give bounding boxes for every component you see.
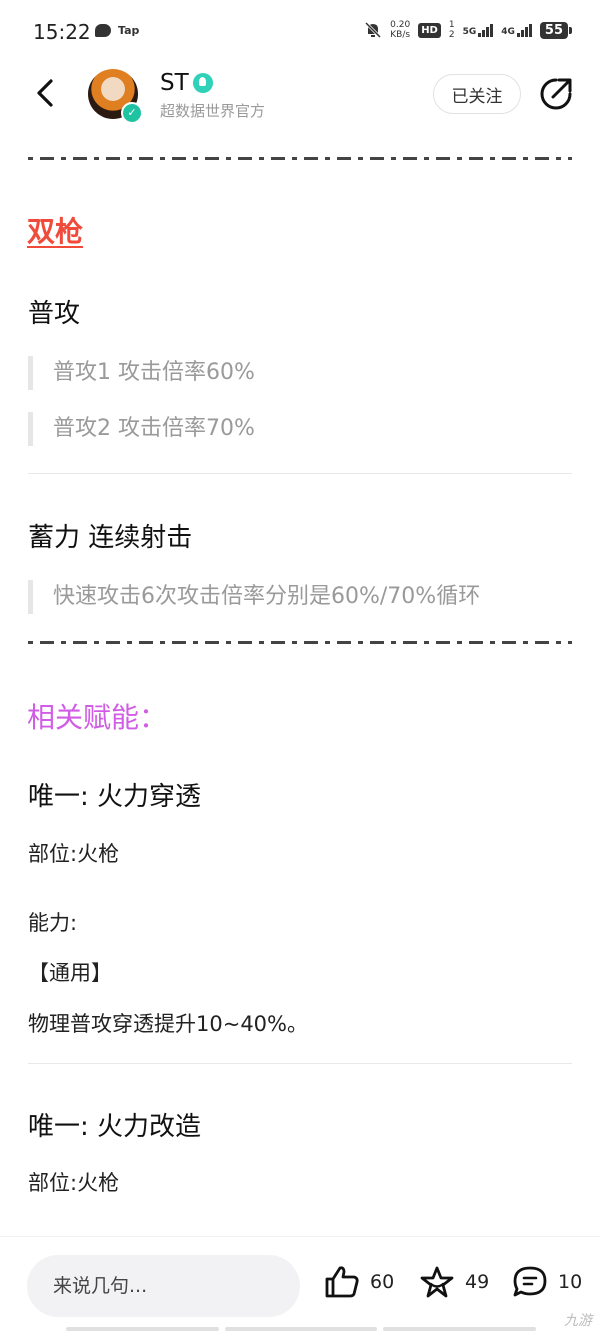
mute-bell-icon bbox=[365, 21, 382, 39]
author-name[interactable]: ST bbox=[160, 70, 213, 96]
share-button[interactable] bbox=[538, 76, 574, 112]
comment-bubble-icon bbox=[513, 1266, 547, 1297]
battery-icon: 55 bbox=[539, 21, 573, 39]
talent-slot: 部位:火枪 bbox=[28, 1171, 120, 1195]
favorite-button[interactable]: 49 bbox=[419, 1265, 489, 1299]
share-arrow-icon bbox=[540, 78, 572, 110]
talents-heading: 相关赋能： bbox=[27, 701, 168, 734]
favorite-count: 49 bbox=[465, 1271, 490, 1293]
chevron-left-icon bbox=[37, 79, 53, 107]
follow-button[interactable]: 已关注 bbox=[433, 74, 521, 114]
quote-line: 快速攻击6次攻击倍率分别是60%/70%循环 bbox=[28, 580, 480, 614]
talent-ability-label: 能力: bbox=[28, 911, 78, 935]
like-button[interactable]: 60 bbox=[324, 1265, 394, 1299]
talent-tag: 【通用】 bbox=[28, 961, 112, 985]
signal-4g-icon: 4G bbox=[501, 23, 532, 37]
like-count: 60 bbox=[370, 1271, 395, 1293]
comment-button[interactable]: 10 bbox=[512, 1265, 582, 1299]
sim-indicator: 1 2 bbox=[448, 20, 455, 40]
bottom-action-bar: 来说几句... 60 49 10 九游 bbox=[0, 1236, 600, 1334]
talent-title: 唯一: 火力穿透 bbox=[28, 782, 202, 812]
charge-heading: 蓄力 连续射击 bbox=[28, 523, 193, 553]
normal-attack-heading: 普攻 bbox=[28, 299, 81, 329]
status-time: 15:22 bbox=[33, 20, 91, 44]
dashed-divider bbox=[28, 157, 572, 160]
divider bbox=[28, 1063, 572, 1064]
message-icon bbox=[95, 24, 111, 37]
divider bbox=[28, 473, 572, 474]
quote-line: 普攻2 攻击倍率70% bbox=[28, 412, 255, 446]
thumbs-up-icon bbox=[325, 1266, 359, 1298]
quote-line: 普攻1 攻击倍率60% bbox=[28, 356, 255, 390]
star-icon bbox=[420, 1266, 454, 1298]
verified-check-icon: ✓ bbox=[121, 102, 143, 124]
comment-input[interactable]: 来说几句... bbox=[27, 1255, 300, 1317]
talent-title: 唯一: 火力改造 bbox=[28, 1112, 202, 1142]
author-subtitle: 超数据世界官方 bbox=[160, 102, 266, 120]
talent-slot: 部位:火枪 bbox=[28, 842, 120, 866]
back-button[interactable] bbox=[28, 76, 62, 110]
network-speed: 0.20 KB/s bbox=[390, 20, 411, 40]
status-bar: 15:22 Tap 0.20 KB/s HD 1 2 5G 4G 55 bbox=[0, 0, 600, 64]
section-title: 双枪 bbox=[27, 215, 84, 248]
watermark: 九游 bbox=[564, 1313, 592, 1329]
tap-app-icon: Tap bbox=[118, 24, 140, 37]
dashed-divider bbox=[28, 641, 572, 644]
hd-icon: HD bbox=[418, 22, 441, 38]
status-icons: 0.20 KB/s HD 1 2 5G 4G 55 bbox=[364, 20, 573, 40]
post-header: ✓ ST 超数据世界官方 已关注 bbox=[0, 64, 600, 126]
official-badge-icon bbox=[192, 73, 213, 93]
comment-count: 10 bbox=[558, 1271, 583, 1293]
talent-effect: 物理普攻穿透提升10~40%。 bbox=[28, 1012, 308, 1036]
gesture-bar bbox=[66, 1327, 537, 1331]
signal-5g-icon: 5G bbox=[463, 23, 494, 37]
